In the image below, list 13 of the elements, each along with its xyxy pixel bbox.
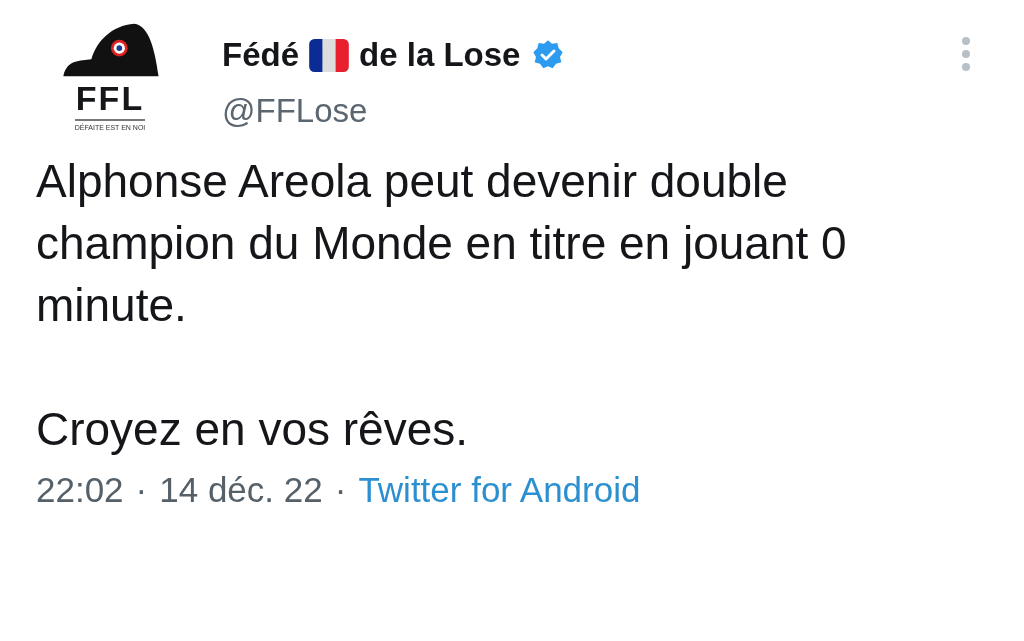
- more-icon[interactable]: [960, 36, 972, 72]
- display-name[interactable]: de la Lose: [359, 34, 521, 76]
- flag-icon: [309, 38, 350, 72]
- separator-dot: ·: [334, 469, 347, 511]
- display-name[interactable]: Fédé: [222, 34, 300, 76]
- source-link[interactable]: Twitter for Android: [358, 468, 641, 512]
- tweet-text: Croyez en vos rêves.: [36, 402, 470, 457]
- logo-text: FFL: [75, 80, 145, 116]
- user-handle[interactable]: @FFLose: [222, 90, 565, 132]
- separator-dot: ·: [135, 469, 148, 511]
- tweet-date: 14 déc. 22: [159, 469, 323, 511]
- tweet-time: 22:02: [36, 469, 124, 511]
- tweet-text: Alphonse Areola peut devenir double champion du Monde en titre en jouant 0 minute.: [36, 154, 848, 333]
